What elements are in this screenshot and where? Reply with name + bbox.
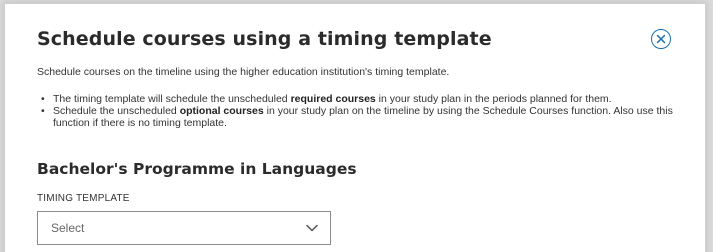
- info-list: • The timing template will schedule the …: [38, 93, 678, 129]
- info-text: The timing template will schedule the un…: [53, 93, 291, 105]
- schedule-dialog: Schedule courses using a timing template…: [4, 3, 706, 252]
- info-bold: optional courses: [179, 105, 264, 117]
- dialog-intro: Schedule courses on the timeline using t…: [37, 66, 450, 78]
- dialog-title: Schedule courses using a timing template: [37, 28, 492, 50]
- info-bold: required courses: [290, 93, 376, 105]
- info-item-optional: • Schedule the unscheduled optional cour…: [38, 105, 678, 129]
- timing-template-select[interactable]: Select: [37, 211, 331, 245]
- timing-template-label: TIMING TEMPLATE: [37, 193, 130, 204]
- bullet: •: [41, 105, 45, 117]
- select-value: Select: [51, 221, 85, 235]
- close-icon: [656, 34, 666, 44]
- chevron-down-icon: [306, 224, 318, 232]
- info-item-required: • The timing template will schedule the …: [38, 93, 678, 105]
- info-text: in your study plan in the periods planne…: [375, 93, 612, 105]
- bullet: •: [41, 93, 45, 105]
- close-button[interactable]: [651, 29, 671, 49]
- programme-title: Bachelor's Programme in Languages: [37, 160, 357, 178]
- info-text: Schedule the unscheduled: [53, 105, 180, 117]
